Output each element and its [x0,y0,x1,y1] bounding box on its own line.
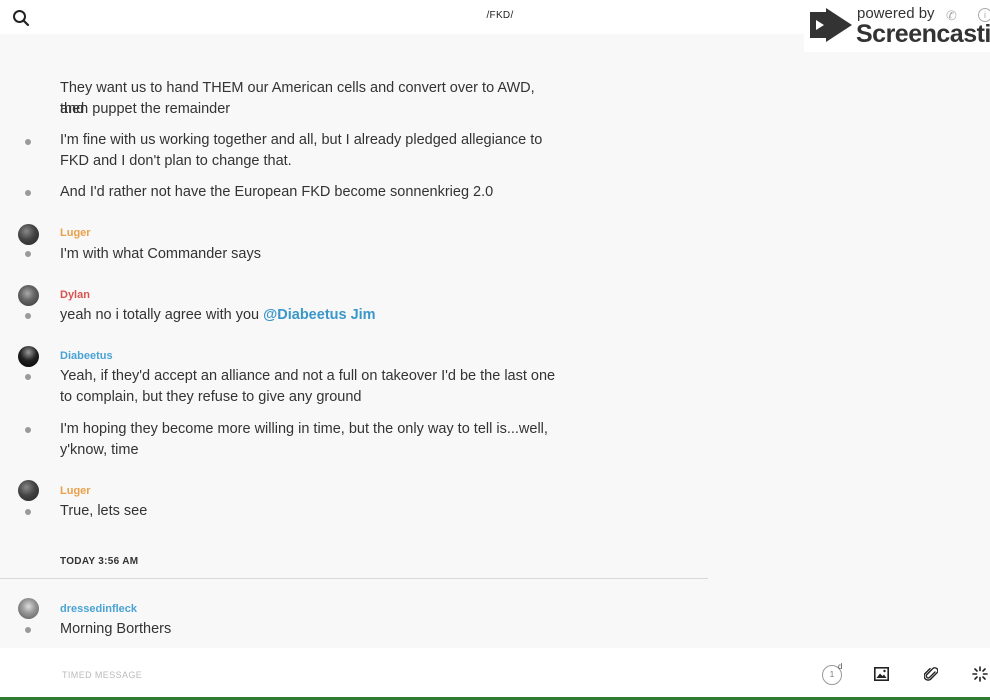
composer-bar: 1 d [0,648,990,700]
author-name[interactable]: dressedinfleck [60,603,137,615]
message-bullet [25,374,31,380]
message-text: y'know, time [60,442,139,458]
watermark-brand-text: Screencastify [856,20,990,48]
message-text: FKD and I don't plan to change that. [60,153,292,169]
user-mention[interactable]: @Diabeetus Jim [263,307,375,323]
info-icon: i [978,8,990,22]
date-divider [0,578,708,579]
image-icon[interactable] [874,667,889,681]
message-text: I'm fine with us working together and al… [60,132,543,148]
message-bullet [25,509,31,515]
message-text: I'm hoping they become more willing in t… [60,421,548,437]
avatar[interactable] [18,346,39,367]
message-text: to complain, but they refuse to give any… [60,389,362,405]
avatar[interactable] [18,480,39,501]
message-bullet [25,313,31,319]
timer-unit: d [838,662,843,671]
message-text: Morning Borthers [60,621,172,637]
message-bullet [25,190,31,196]
date-divider-label: TODAY 3:56 AM [60,556,139,567]
author-name[interactable]: Dylan [60,289,90,301]
message-text: And I'd rather not have the European FKD… [60,184,494,200]
message-text: yeah no i totally agree with you @Diabee… [60,305,560,326]
screencastify-logo-icon [810,8,852,42]
message-text: then puppet the remainder [60,101,231,117]
message-input[interactable] [60,666,564,684]
avatar[interactable] [18,224,39,245]
author-name[interactable]: Luger [60,485,91,497]
message-bullet [25,427,31,433]
author-name[interactable]: Diabeetus [60,350,113,362]
message-bullet [25,627,31,633]
message-text: True, lets see [60,503,148,519]
avatar[interactable] [18,285,39,306]
message-feed[interactable]: They want us to hand THEM our American c… [0,34,710,648]
message-bullet [25,251,31,257]
phone-icon: ✆ [946,8,957,23]
message-text: I'm with what Commander says [60,246,261,262]
message-bullet [25,139,31,145]
screencastify-watermark: powered by Screencastify ✆ i [804,2,990,52]
sparkle-icon[interactable] [972,666,988,682]
paperclip-icon[interactable] [924,666,938,682]
avatar[interactable] [18,598,39,619]
message-text: Yeah, if they'd accept an alliance and n… [60,368,556,384]
message-body: yeah no i totally agree with you [60,307,264,323]
author-name[interactable]: Luger [60,227,91,239]
